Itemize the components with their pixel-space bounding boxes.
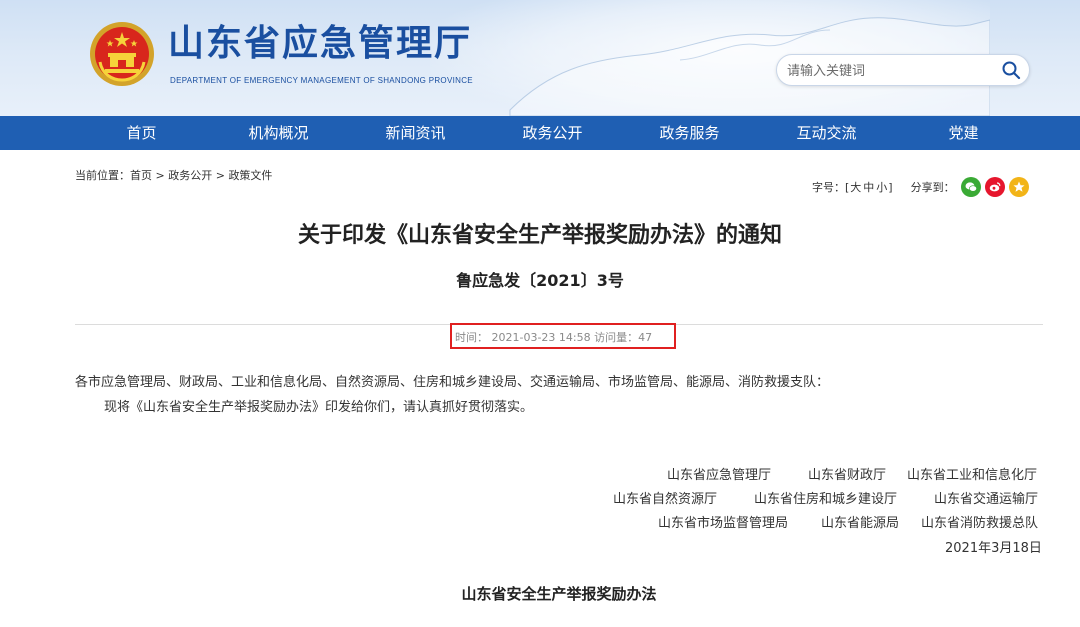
breadcrumb: 当前位置：首页 > 政务公开 > 政策文件 [75,167,272,183]
nav-item-news[interactable]: 新闻资讯 [347,116,484,150]
main-nav: 首页 机构概况 新闻资讯 政务公开 政务服务 互动交流 党建 [0,116,1080,150]
site-subtitle: DEPARTMENT OF EMERGENCY MANAGEMENT OF SH… [170,76,473,85]
body-paragraph: 现将《山东省安全生产举报奖励办法》印发给你们，请认真抓好贯彻落实。 [104,400,534,415]
signatory: 山东省住房和城乡建设厅 [754,492,898,507]
breadcrumb-separator: > [152,169,169,182]
signatory: 山东省市场监督管理局 [658,516,789,531]
signatory: 山东省自然资源厅 [613,492,718,507]
search-box [776,54,1030,86]
signing-date: 2021年3月18日 [945,541,1042,556]
nav-item-organization[interactable]: 机构概况 [210,116,347,150]
article-content: 当前位置：首页 > 政务公开 > 政策文件 字号：[ 大 中 小 ] 分享到： … [0,150,1080,627]
national-emblem-icon [90,22,154,86]
font-size-large[interactable]: 大 [849,179,862,195]
nav-item-home[interactable]: 首页 [73,116,210,150]
signatory: 山东省应急管理厅 [667,468,772,483]
document-number: 鲁应急发〔2021〕3号 [456,271,624,290]
signatory: 山东省能源局 [821,516,900,531]
attachment-title: 山东省安全生产举报奖励办法 [461,585,657,603]
wechat-icon[interactable] [960,177,981,197]
publish-meta: 时间： 2021-03-23 14:58 访问量：47 [455,331,653,344]
search-input[interactable] [785,59,989,83]
breadcrumb-separator: > [212,169,229,182]
article-tools: 字号：[ 大 中 小 ] 分享到： [812,177,1029,197]
font-size-small[interactable]: 小 [875,179,888,195]
signatory: 山东省财政厅 [808,468,887,483]
site-header: 山东省应急管理厅 DEPARTMENT OF EMERGENCY MANAGEM… [0,0,1080,116]
font-size-label: 字号：[ [812,181,850,194]
signatory: 山东省工业和信息化厅 [907,468,1038,483]
signatory: 山东省交通运输厅 [934,492,1039,507]
nav-item-gov-services[interactable]: 政务服务 [621,116,758,150]
nav-item-gov-affairs[interactable]: 政务公开 [484,116,621,150]
search-icon[interactable] [1001,60,1021,80]
weibo-icon[interactable] [984,177,1005,197]
share-label: 分享到： [910,181,955,194]
breadcrumb-prefix: 当前位置： [75,169,130,182]
font-size-medium[interactable]: 中 [862,179,875,195]
favorite-icon[interactable] [1008,177,1029,197]
nav-item-interaction[interactable]: 互动交流 [758,116,895,150]
breadcrumb-gov-affairs[interactable]: 政务公开 [168,169,212,182]
font-size-close-bracket: ] [888,180,893,194]
breadcrumb-home[interactable]: 首页 [130,169,152,182]
article-title: 关于印发《山东省安全生产举报奖励办法》的通知 [297,223,782,248]
breadcrumb-policy-docs[interactable]: 政策文件 [228,169,272,182]
recipients-paragraph: 各市应急管理局、财政局、工业和信息化局、自然资源局、住房和城乡建设局、交通运输局… [75,375,830,390]
signatory: 山东省消防救援总队 [921,516,1039,531]
nav-item-party[interactable]: 党建 [895,116,1032,150]
site-title: 山东省应急管理厅 [168,23,473,64]
